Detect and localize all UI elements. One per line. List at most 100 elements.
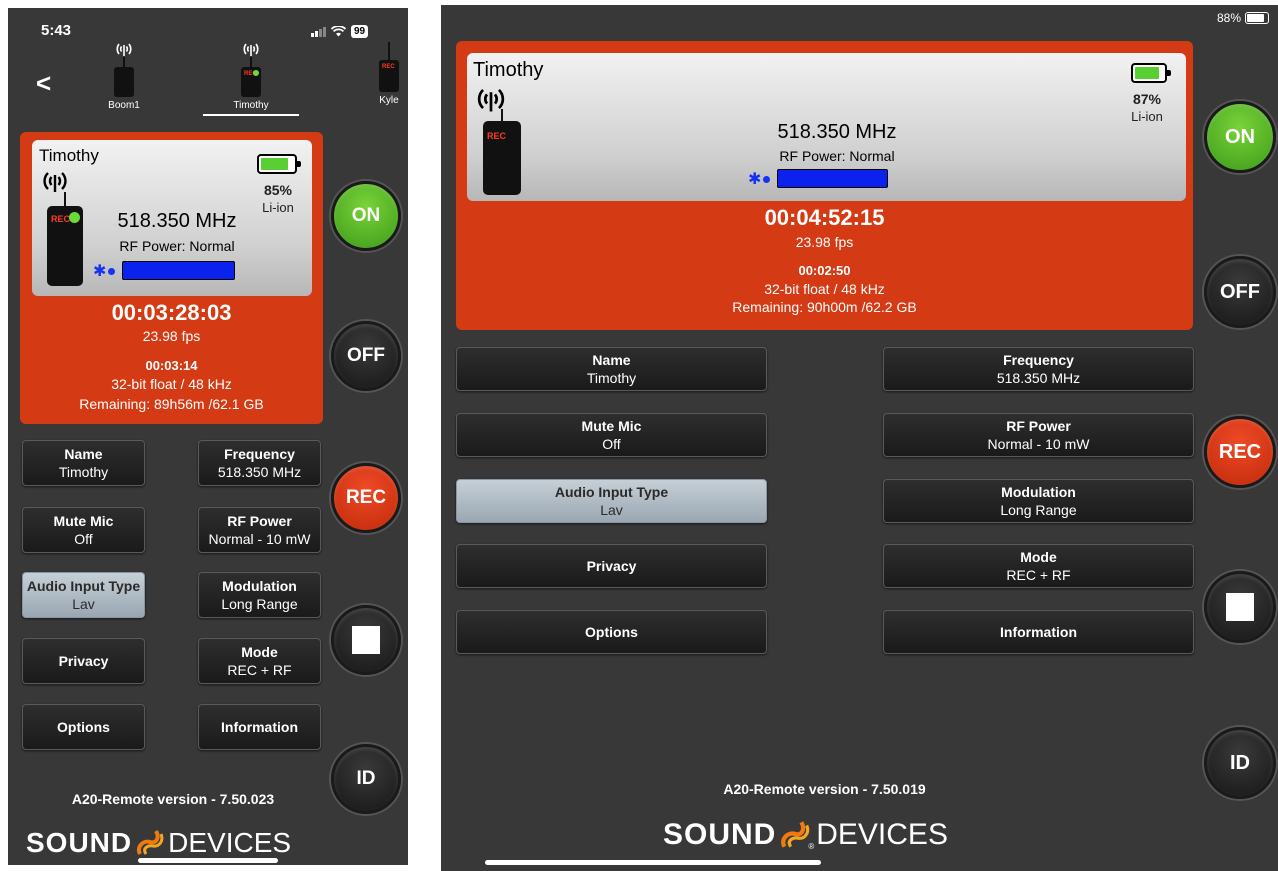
antenna-signal-icon: [43, 172, 67, 192]
button-value: Timothy: [586, 370, 637, 386]
status-battery: 88%: [1217, 11, 1270, 25]
privacy-button[interactable]: Privacy: [456, 544, 767, 588]
button-label: Audio Input Type: [554, 484, 669, 500]
bluetooth-level-bar: [777, 169, 888, 188]
remaining-storage: Remaining: 89h56m /62.1 GB: [79, 396, 264, 412]
battery-type: Li-ion: [1131, 109, 1163, 124]
rf-power-button[interactable]: RF Power Normal - 10 mW: [198, 507, 321, 553]
version-label: A20-Remote version - 7.50.019: [723, 781, 926, 797]
recording-elapsed: 00:02:50: [798, 263, 851, 278]
button-value: Timothy: [58, 464, 109, 480]
frame-rate: 23.98 fps: [795, 234, 854, 250]
privacy-button[interactable]: Privacy: [22, 638, 145, 684]
audio-input-type-button[interactable]: Audio Input Type Lav: [22, 572, 145, 618]
off-button[interactable]: OFF: [1204, 256, 1276, 328]
recording-elapsed: 00:03:14: [145, 358, 198, 373]
button-value: Off: [602, 436, 621, 452]
modulation-button[interactable]: Modulation Long Range: [198, 572, 321, 618]
battery-level-badge: 99: [351, 25, 369, 38]
button-value: Off: [74, 531, 93, 547]
antenna-signal-icon: [243, 43, 259, 56]
frequency-display: 518.350 MHz: [117, 210, 237, 232]
button-value: Long Range: [1000, 502, 1077, 518]
modulation-button[interactable]: Modulation Long Range: [883, 479, 1194, 523]
mute-mic-button[interactable]: Mute Mic Off: [22, 507, 145, 553]
antenna-signal-icon: [116, 43, 132, 56]
rec-button[interactable]: REC: [1204, 416, 1276, 488]
id-button[interactable]: ID: [1204, 727, 1276, 799]
options-button[interactable]: Options: [22, 704, 145, 750]
home-indicator: [485, 860, 821, 865]
transmitter-status-card[interactable]: Timothy REC 85% Li-ion 518.350 MHz RF Po…: [20, 132, 323, 424]
rec-badge: REC: [382, 64, 395, 70]
device-tab-kyle[interactable]: REC Kyle: [370, 42, 408, 106]
bluetooth-dot: [763, 176, 770, 183]
off-button[interactable]: OFF: [331, 321, 401, 391]
mute-mic-button[interactable]: Mute Mic Off: [456, 413, 767, 457]
battery-fill: [1135, 67, 1159, 79]
device-tab-label: Timothy: [233, 100, 269, 111]
on-button[interactable]: ON: [1204, 101, 1276, 173]
transmitter-name: Timothy: [39, 146, 99, 165]
button-label: Options: [585, 624, 638, 640]
button-value: REC + RF: [1006, 567, 1071, 583]
button-label: Mute Mic: [581, 418, 642, 434]
mode-button[interactable]: Mode REC + RF: [198, 638, 321, 684]
button-label: Mode: [241, 644, 278, 660]
bluetooth-dot: [108, 268, 115, 275]
button-label: RF Power: [1006, 418, 1071, 434]
audio-format: 32-bit float / 48 kHz: [764, 281, 885, 297]
status-icons: 99: [311, 25, 369, 38]
name-button[interactable]: Name Timothy: [456, 347, 767, 391]
rec-badge: REC: [487, 131, 507, 141]
button-label: Privacy: [586, 558, 637, 574]
transmitter-icon: REC: [47, 192, 83, 286]
device-tab-label: Boom1: [108, 100, 140, 111]
device-tab-boom1[interactable]: Boom1: [96, 42, 152, 111]
status-time: 5:43: [41, 22, 72, 39]
button-label: Mode: [1020, 549, 1057, 565]
button-label: Privacy: [58, 653, 109, 669]
button-label: Options: [57, 719, 110, 735]
rec-badge: REC: [51, 214, 71, 224]
id-button[interactable]: ID: [331, 744, 401, 814]
battery-type: Li-ion: [262, 200, 294, 215]
information-button[interactable]: Information: [198, 704, 321, 750]
rf-power-display: RF Power: Normal: [119, 238, 235, 254]
cellular-signal-icon: [311, 26, 326, 37]
frequency-button[interactable]: Frequency 518.350 MHz: [883, 347, 1194, 391]
name-button[interactable]: Name Timothy: [22, 440, 145, 486]
stop-button[interactable]: [331, 605, 401, 675]
audio-input-type-button[interactable]: Audio Input Type Lav: [456, 479, 767, 523]
frequency-button[interactable]: Frequency 518.350 MHz: [198, 440, 321, 486]
button-label: Frequency: [224, 446, 295, 462]
on-button[interactable]: ON: [331, 181, 401, 251]
bluetooth-icon: ✱: [748, 171, 762, 188]
bluetooth-icon: ✱: [93, 263, 107, 280]
transmitter-status-card[interactable]: Timothy REC 87% Li-ion 518.350 MHz RF Po…: [456, 41, 1193, 330]
button-value: Lav: [72, 596, 95, 612]
button-label: Name: [592, 352, 631, 368]
options-button[interactable]: Options: [456, 610, 767, 654]
transmitter-icon: [114, 57, 134, 97]
device-tab-timothy[interactable]: REC Timothy: [203, 42, 299, 116]
button-value: 518.350 MHz: [996, 370, 1081, 386]
mode-button[interactable]: Mode REC + RF: [883, 544, 1194, 588]
information-button[interactable]: Information: [883, 610, 1194, 654]
battery-icon: [257, 154, 301, 174]
stop-button[interactable]: [1204, 571, 1276, 643]
bluetooth-level-bar: [122, 261, 235, 280]
rf-power-button[interactable]: RF Power Normal - 10 mW: [883, 413, 1194, 457]
frequency-display: 518.350 MHz: [777, 121, 897, 143]
button-label: Modulation: [222, 578, 297, 594]
battery-fill: [261, 158, 288, 170]
logo-text-light: DEVICES: [816, 818, 948, 851]
button-value: 518.350 MHz: [217, 464, 302, 480]
back-button[interactable]: <: [36, 68, 51, 99]
frame-rate: 23.98 fps: [142, 328, 201, 344]
registered-mark: ®: [808, 842, 815, 851]
rec-button[interactable]: REC: [331, 463, 401, 533]
button-value: Normal - 10 mW: [987, 436, 1090, 452]
button-label: Information: [221, 719, 298, 735]
battery-percent: 87%: [1132, 91, 1162, 107]
